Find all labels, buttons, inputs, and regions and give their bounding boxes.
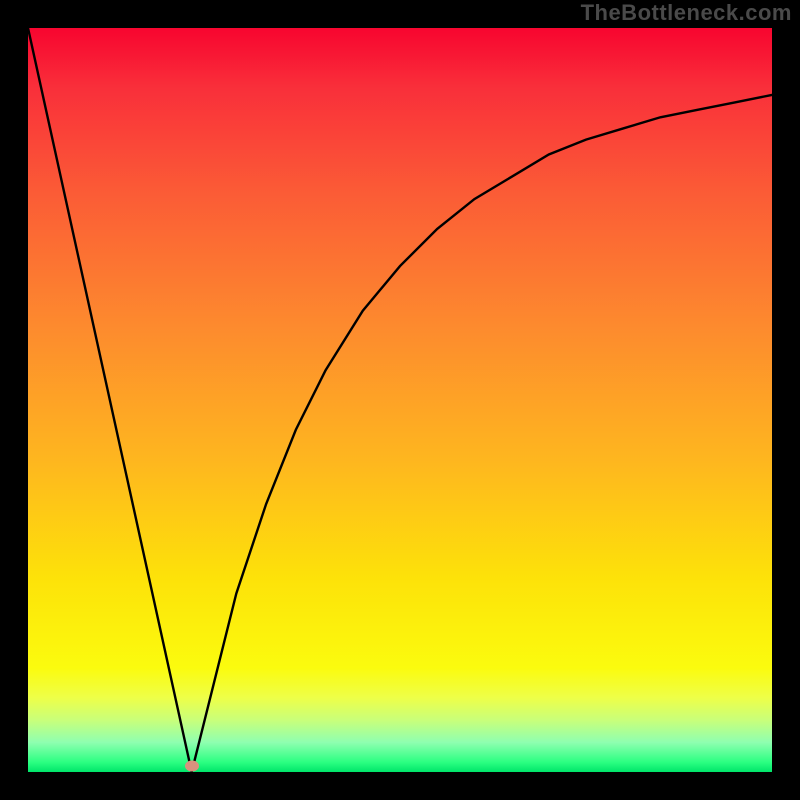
curve-layer [28, 28, 772, 772]
watermark-text: TheBottleneck.com [581, 0, 792, 26]
left-line [28, 28, 192, 772]
chart-frame: TheBottleneck.com [0, 0, 800, 800]
min-marker [185, 761, 199, 772]
right-curve [192, 95, 772, 772]
plot-area [28, 28, 772, 772]
